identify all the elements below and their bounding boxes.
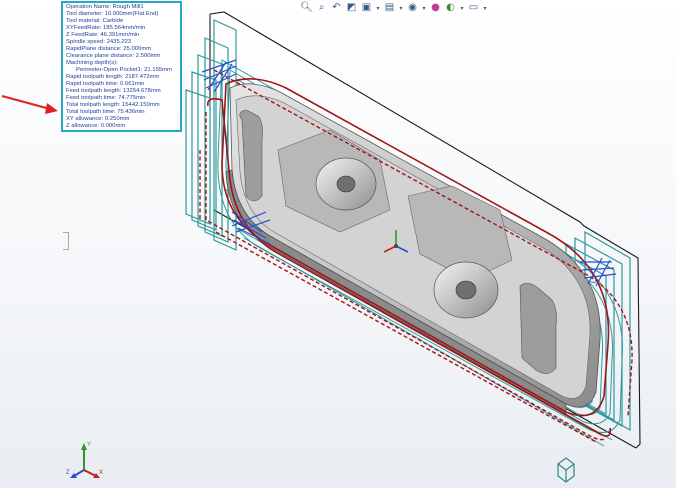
info-line: Operation Name: Rough Mill1	[66, 4, 144, 10]
info-line: Machining depth(s):	[66, 60, 118, 66]
triad-x-axis	[83, 469, 97, 477]
info-line: Tool diameter: 10.000mm(Flat End)	[66, 11, 159, 17]
info-line: Z FeedRate: 46.391mm/min	[66, 32, 140, 38]
triad-z-label: Z	[66, 470, 70, 476]
info-line: Clearance plane distance: 2.500mm	[66, 53, 161, 59]
toolpath-info-panel: Operation Name: Rough Mill1 Tool diamete…	[61, 1, 182, 132]
info-line: XYFeedRate: 185.564mm/min	[66, 25, 146, 31]
reference-triad[interactable]: Y X Z	[66, 438, 106, 482]
info-line: Total toolpath time: 75.436min	[66, 109, 145, 115]
info-line: Z allowance: 0.000mm	[66, 123, 126, 129]
triad-z-axis	[73, 469, 85, 477]
triad-x-label: X	[99, 470, 103, 476]
info-line: Tool material: Carbide	[66, 18, 124, 24]
info-line: Spindle speed: 2435.223	[66, 39, 132, 45]
info-line: Perimeter-Open Pocket1: 21.155mm	[76, 67, 172, 73]
info-line: Rapid toolpath length: 2187.472mm	[66, 74, 160, 80]
tool-holder-icon	[557, 457, 575, 483]
info-line: Feed toolpath length: 13254.678mm	[66, 88, 161, 94]
info-line: XY allowance: 0.250mm	[66, 116, 130, 122]
annotation-arrow	[1, 95, 58, 114]
info-line: Total toolpath length: 15442.150mm	[66, 102, 160, 108]
info-line: Feed toolpath time: 74.775min	[66, 95, 146, 101]
machined-part	[225, 83, 601, 415]
panel-collapse-handle[interactable]	[63, 232, 69, 250]
info-line: RapidPlane distance: 25.000mm	[66, 46, 152, 52]
info-line: Rapid toolpath time: 0.661min	[66, 81, 145, 87]
triad-y-label: Y	[87, 442, 91, 448]
